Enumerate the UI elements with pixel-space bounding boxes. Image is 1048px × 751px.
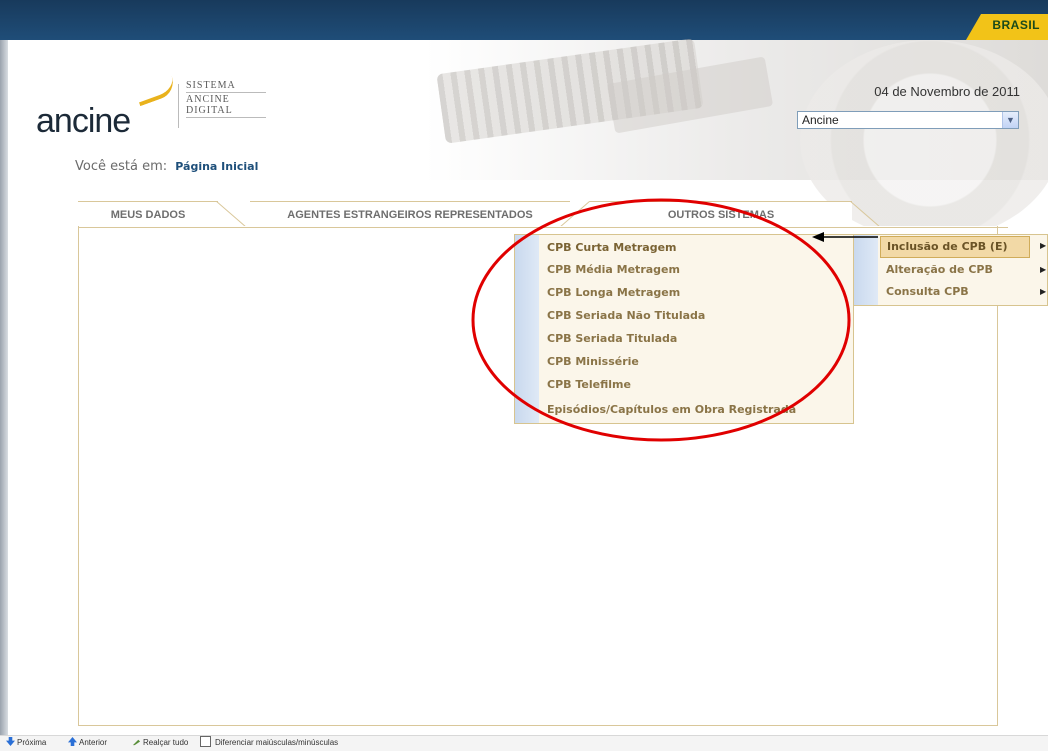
submenu-arrow-icon: ▶ xyxy=(1040,241,1047,250)
find-next-button[interactable]: Próxima xyxy=(6,736,46,750)
find-next-label: Próxima xyxy=(17,738,47,747)
breadcrumb-label: Você está em: xyxy=(75,159,168,174)
submenu-item-alteracao-cpb[interactable]: Alteração de CPB xyxy=(886,259,1046,281)
submenu-arrow-icon: ▶ xyxy=(1040,287,1047,296)
logo-line-1: SISTEMA xyxy=(186,80,236,91)
submenu-icon-stripe xyxy=(854,235,878,305)
tab-label: OUTROS SISTEMAS xyxy=(667,209,775,221)
top-bar xyxy=(0,0,1048,40)
agent-select[interactable]: Ancine ▼ xyxy=(797,111,1019,129)
logo-separator xyxy=(178,84,179,128)
submenu-item-inclusao-cpb[interactable]: Inclusão de CPB (E) xyxy=(880,236,1030,258)
logo-word: ancine xyxy=(36,102,131,140)
outros-sistemas-menu: CPB Curta Metragem CPB Média Metragem CP… xyxy=(514,234,854,424)
menu-icon-stripe xyxy=(515,235,539,423)
match-case-label: Diferenciar maiúsculas/minúsculas xyxy=(215,738,339,747)
menu-item-cpb-media[interactable]: CPB Média Metragem xyxy=(547,259,680,281)
window-left-edge xyxy=(0,40,8,750)
arrow-down-icon xyxy=(6,737,15,746)
tabs-baseline xyxy=(78,227,1008,228)
menu-item-cpb-telefilme[interactable]: CPB Telefilme xyxy=(547,374,631,396)
cpb-curta-submenu: Inclusão de CPB (E) ▶ Alteração de CPB ▶… xyxy=(853,234,1048,306)
current-date: 04 de Novembro de 2011 xyxy=(874,84,1020,99)
tab-meus-dados[interactable]: MEUS DADOS xyxy=(78,201,218,227)
logo-line-2: ANCINE xyxy=(186,94,230,105)
tab-divider xyxy=(850,201,886,227)
highlight-all-button[interactable]: Realçar tudo xyxy=(132,736,188,750)
breadcrumb-current-link[interactable]: Página Inicial xyxy=(175,160,258,173)
brasil-label[interactable]: BRASIL xyxy=(992,18,1040,32)
menu-item-cpb-longa[interactable]: CPB Longa Metragem xyxy=(547,282,680,304)
menu-item-cpb-curta[interactable]: CPB Curta Metragem xyxy=(547,237,677,259)
match-case-checkbox[interactable]: Diferenciar maiúsculas/minúsculas xyxy=(200,736,338,750)
tab-outros-sistemas[interactable]: OUTROS SISTEMAS xyxy=(590,201,852,227)
find-bar: Próxima Anterior Realçar tudo Diferencia… xyxy=(0,735,1048,751)
agent-select-value: Ancine xyxy=(802,113,839,127)
menu-item-cpb-minisserie[interactable]: CPB Minissérie xyxy=(547,351,639,373)
arrow-up-icon xyxy=(68,737,77,746)
chevron-down-icon[interactable]: ▼ xyxy=(1002,112,1018,128)
highlight-all-label: Realçar tudo xyxy=(143,738,189,747)
find-previous-button[interactable]: Anterior xyxy=(68,736,107,750)
breadcrumb: Você está em: Página Inicial xyxy=(75,159,258,174)
tab-label: MEUS DADOS xyxy=(110,209,186,221)
menu-item-cpb-seriada-titulada[interactable]: CPB Seriada Titulada xyxy=(547,328,677,350)
tab-label: AGENTES ESTRANGEIROS REPRESENTADOS xyxy=(287,209,533,221)
find-previous-label: Anterior xyxy=(79,738,108,747)
highlighter-icon xyxy=(132,739,141,746)
submenu-arrow-icon: ▶ xyxy=(1040,265,1047,274)
tab-divider xyxy=(216,201,252,227)
menu-item-cpb-seriada-nao-titulada[interactable]: CPB Seriada Não Titulada xyxy=(547,305,705,327)
tab-agentes-estrangeiros[interactable]: AGENTES ESTRANGEIROS REPRESENTADOS xyxy=(250,201,570,227)
menu-item-episodios-capitulos[interactable]: Episódios/Capítulos em Obra Registrada xyxy=(547,399,796,421)
submenu-item-consulta-cpb[interactable]: Consulta CPB xyxy=(886,281,1046,303)
checkbox-icon[interactable] xyxy=(200,736,211,747)
logo-line-3: DIGITAL xyxy=(186,105,233,116)
logo-system-name: SISTEMA ANCINE DIGITAL xyxy=(186,80,266,119)
